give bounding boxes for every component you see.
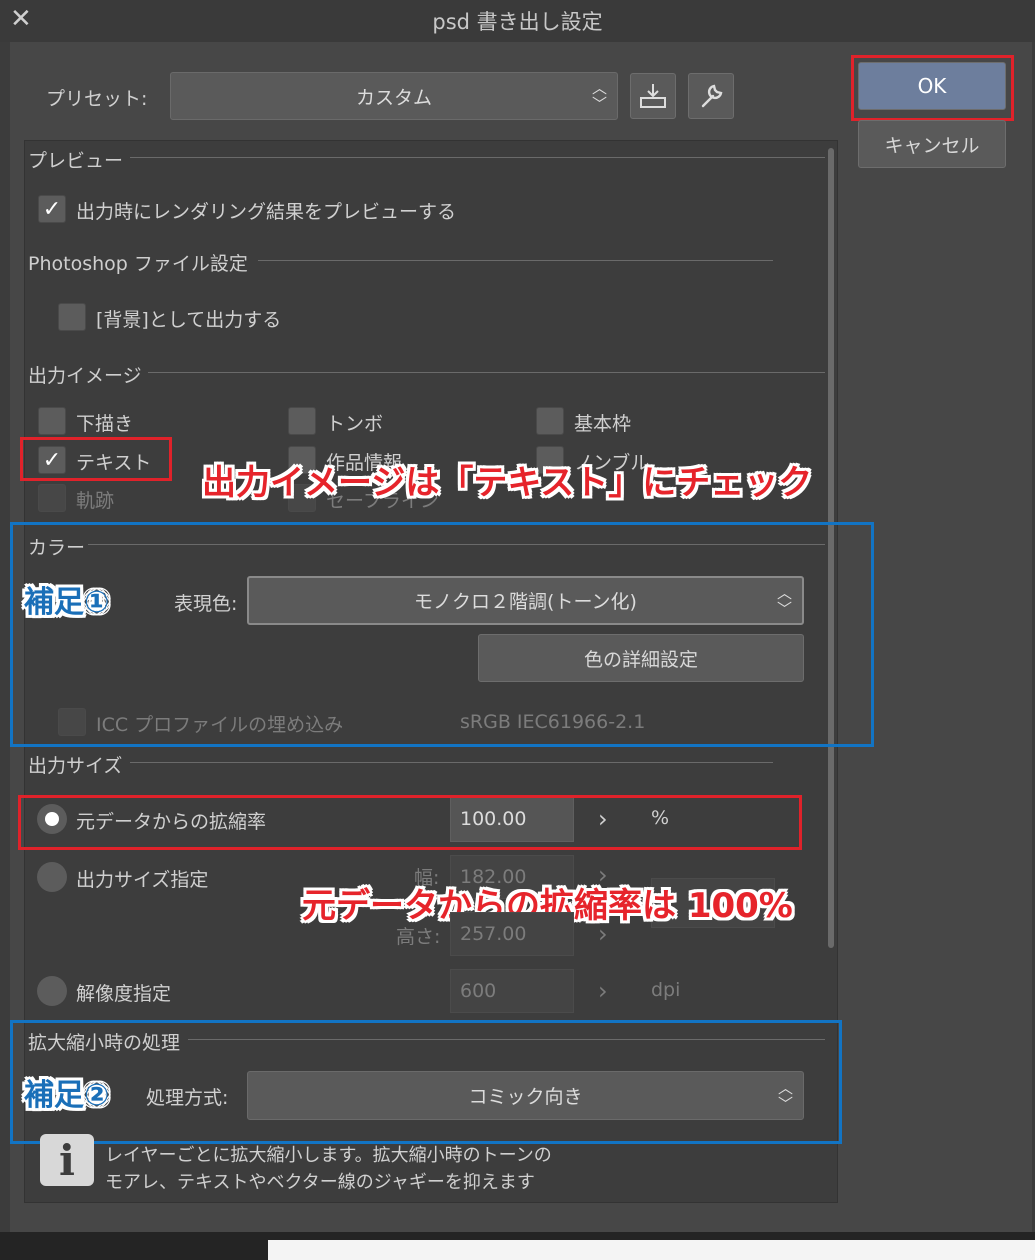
preset-label: プリセット: bbox=[46, 88, 148, 110]
section-preview-title: プレビュー bbox=[28, 150, 124, 172]
supplement-2-box bbox=[10, 1020, 842, 1144]
chevron-right-icon[interactable]: › bbox=[598, 920, 608, 948]
scale-highlight-box bbox=[18, 795, 802, 850]
radio-resolution[interactable] bbox=[37, 976, 67, 1006]
resolution-unit: dpi bbox=[651, 979, 681, 1001]
divider bbox=[148, 372, 825, 373]
ok-highlight-box bbox=[851, 55, 1014, 121]
annotation-text-check: 出力イメージは「テキスト」にチェック bbox=[202, 463, 813, 503]
select-arrows-icon: ︿ ﹀ bbox=[591, 79, 607, 113]
cancel-button[interactable]: キャンセル bbox=[858, 120, 1006, 168]
divider bbox=[130, 157, 825, 158]
supplement-1-box bbox=[10, 522, 874, 747]
checkbox-draft[interactable] bbox=[38, 407, 66, 435]
checkbox-basic-frame[interactable] bbox=[536, 407, 564, 435]
save-preset-icon bbox=[640, 84, 666, 108]
checkbox-basic-frame-label: 基本枠 bbox=[574, 413, 632, 435]
preview-checkbox[interactable]: ✓ bbox=[38, 195, 66, 223]
checkbox-crop-marks-label: トンボ bbox=[326, 413, 384, 435]
height-label: 高さ: bbox=[396, 926, 441, 948]
wrench-icon bbox=[701, 84, 723, 108]
chevron-right-icon[interactable]: › bbox=[598, 977, 608, 1005]
canvas-area bbox=[268, 1240, 1035, 1260]
checkbox-crop-marks[interactable] bbox=[288, 407, 316, 435]
checkbox-draft-label: 下描き bbox=[76, 413, 134, 435]
radio-output-size[interactable] bbox=[37, 862, 67, 892]
divider bbox=[130, 762, 773, 763]
radio-resolution-label: 解像度指定 bbox=[76, 983, 172, 1005]
info-icon: i bbox=[40, 1134, 94, 1186]
height-input[interactable]: 257.00 bbox=[450, 912, 574, 956]
preset-value: カスタム bbox=[355, 86, 432, 109]
preset-settings-button[interactable] bbox=[688, 73, 734, 119]
radio-output-size-label: 出力サイズ指定 bbox=[76, 869, 209, 891]
save-preset-button[interactable] bbox=[630, 73, 676, 119]
preset-select[interactable]: カスタム ︿ ﹀ bbox=[170, 72, 618, 120]
section-output-image-title: 出力イメージ bbox=[28, 365, 142, 387]
dialog-title: psd 書き出し設定 bbox=[432, 10, 603, 34]
checkbox-trail[interactable] bbox=[38, 484, 66, 512]
background-checkbox-label: [背景]として出力する bbox=[96, 309, 282, 331]
section-photoshop-title: Photoshop ファイル設定 bbox=[28, 253, 248, 275]
info-text-line1: レイヤーごとに拡大縮小します。拡大縮小時のトーンの bbox=[105, 1145, 552, 1166]
info-text-line2: モアレ、テキストやベクター線のジャギーを抑えます bbox=[105, 1172, 535, 1193]
divider bbox=[258, 260, 773, 261]
resolution-input[interactable]: 600 bbox=[450, 969, 574, 1013]
text-highlight-box bbox=[20, 437, 172, 481]
background-checkbox[interactable] bbox=[58, 303, 86, 331]
section-output-size-title: 出力サイズ bbox=[28, 755, 123, 777]
checkbox-trail-label: 軌跡 bbox=[76, 490, 115, 512]
preview-checkbox-label: 出力時にレンダリング結果をプレビューする bbox=[76, 201, 457, 223]
